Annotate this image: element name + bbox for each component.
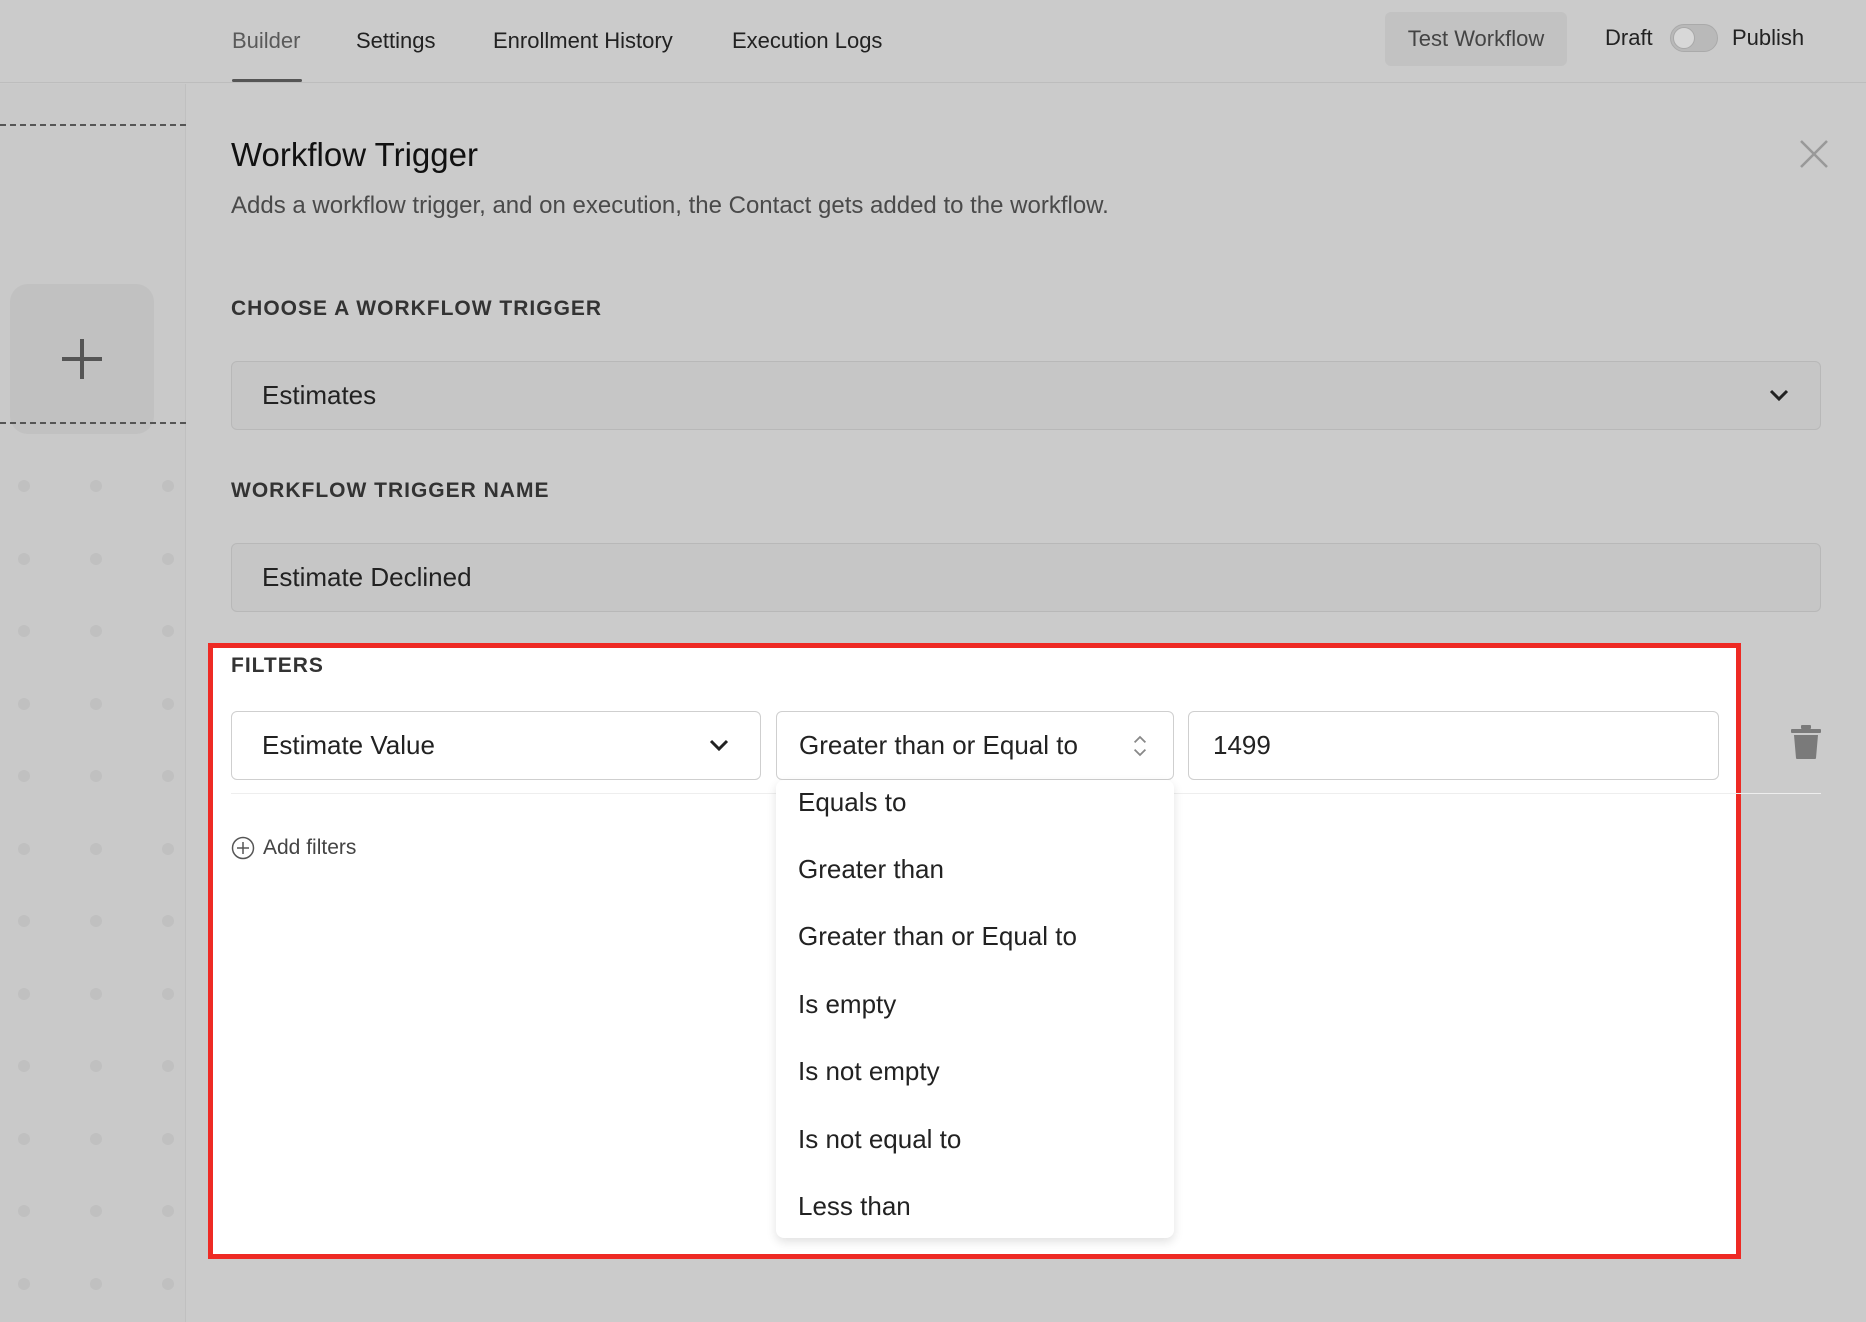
publish-label: Publish: [1732, 25, 1805, 50]
canvas-dot: [90, 1277, 102, 1290]
canvas-dot: [18, 842, 30, 855]
canvas-dot: [162, 987, 174, 1000]
publish-toggle[interactable]: [1670, 24, 1718, 52]
canvas-dot: [18, 1205, 30, 1217]
canvas-dot: [162, 625, 174, 637]
canvas-dot: [90, 770, 102, 782]
filter-value-input[interactable]: 1499: [1188, 711, 1719, 780]
tab-enrollment-history[interactable]: Enrollment History: [493, 28, 673, 54]
close-icon[interactable]: [1798, 138, 1830, 170]
canvas-dot: [90, 480, 102, 492]
tab-settings[interactable]: Settings: [356, 28, 436, 54]
canvas-dot: [90, 552, 102, 565]
canvas-dot: [18, 697, 30, 710]
tab-execution-logs[interactable]: Execution Logs: [732, 28, 882, 54]
canvas-dot: [90, 987, 102, 1000]
canvas-dot: [162, 480, 174, 492]
top-nav-bar: Builder Settings Enrollment History Exec…: [0, 0, 1866, 83]
canvas-dot: [18, 915, 30, 927]
canvas-dot: [18, 1060, 30, 1072]
trigger-select-value: Estimates: [262, 380, 377, 410]
trigger-name-label: WORKFLOW TRIGGER NAME: [231, 479, 550, 502]
canvas-dot: [90, 1132, 102, 1145]
filter-value-text: 1499: [1213, 730, 1271, 760]
trigger-name-input[interactable]: Estimate Declined: [231, 543, 1821, 612]
canvas-dot: [18, 1132, 30, 1145]
canvas-dot: [162, 1205, 174, 1217]
canvas-dot: [18, 1277, 30, 1290]
filter-field-value: Estimate Value: [262, 730, 435, 760]
active-tab-indicator: [232, 79, 302, 82]
filter-operator-value: Greater than or Equal to: [799, 730, 1078, 760]
canvas-dot: [162, 1277, 174, 1290]
connector-line: [0, 124, 186, 126]
dropdown-option-greater-than[interactable]: Greater than: [798, 854, 944, 885]
canvas-dot: [162, 842, 174, 855]
dropdown-option-less-than[interactable]: Less than: [798, 1191, 911, 1222]
canvas-dot: [90, 915, 102, 927]
chevron-down-icon: [1769, 389, 1789, 402]
trash-icon[interactable]: [1790, 724, 1822, 760]
tab-builder[interactable]: Builder: [232, 28, 300, 54]
canvas-dot: [162, 915, 174, 927]
canvas-dot: [162, 1132, 174, 1145]
canvas-dot: [162, 770, 174, 782]
draft-label: Draft: [1605, 25, 1653, 50]
trigger-section-label: CHOOSE A WORKFLOW TRIGGER: [231, 297, 603, 320]
trigger-name-value: Estimate Declined: [262, 562, 472, 592]
workflow-canvas: [0, 84, 186, 1322]
dropdown-option-is-empty[interactable]: Is empty: [798, 989, 896, 1020]
canvas-dot: [18, 552, 30, 565]
canvas-dot: [18, 625, 30, 637]
add-filters-button[interactable]: Add filters: [231, 836, 356, 860]
chevron-up-down-icon: [1133, 735, 1147, 757]
canvas-dot: [90, 625, 102, 637]
plus-circle-icon: [231, 836, 255, 860]
filter-field-select[interactable]: Estimate Value: [231, 711, 761, 780]
canvas-dot: [90, 1060, 102, 1072]
canvas-dot: [18, 770, 30, 782]
canvas-dot: [90, 1205, 102, 1217]
add-filters-label: Add filters: [263, 836, 357, 859]
dropdown-option-is-not-empty[interactable]: Is not empty: [798, 1056, 940, 1087]
canvas-dot: [162, 1060, 174, 1072]
panel-title: Workflow Trigger: [231, 136, 478, 173]
dropdown-option-is-not-equal-to[interactable]: Is not equal to: [798, 1124, 961, 1155]
canvas-dot: [90, 842, 102, 855]
add-node-button[interactable]: [10, 284, 154, 434]
canvas-dot: [162, 697, 174, 710]
filter-operator-select[interactable]: Greater than or Equal to: [776, 711, 1174, 780]
panel-subtitle: Adds a workflow trigger, and on executio…: [231, 192, 1109, 219]
connector-line: [0, 422, 186, 424]
canvas-dot: [90, 697, 102, 710]
test-workflow-button[interactable]: Test Workflow: [1385, 12, 1567, 66]
canvas-dot: [18, 987, 30, 1000]
canvas-dot: [162, 552, 174, 565]
dropdown-option-greater-than-or-equal-to[interactable]: Greater than or Equal to: [798, 921, 1077, 952]
canvas-dot: [18, 480, 30, 492]
plus-icon: [62, 339, 102, 379]
toggle-knob: [1673, 27, 1695, 49]
filters-label: FILTERS: [231, 654, 324, 677]
chevron-down-icon: [709, 739, 729, 752]
dropdown-option-equals-to[interactable]: Equals to: [798, 787, 906, 818]
operator-dropdown-menu: Equals to Greater than Greater than or E…: [776, 780, 1174, 1238]
trigger-select[interactable]: Estimates: [231, 361, 1821, 430]
